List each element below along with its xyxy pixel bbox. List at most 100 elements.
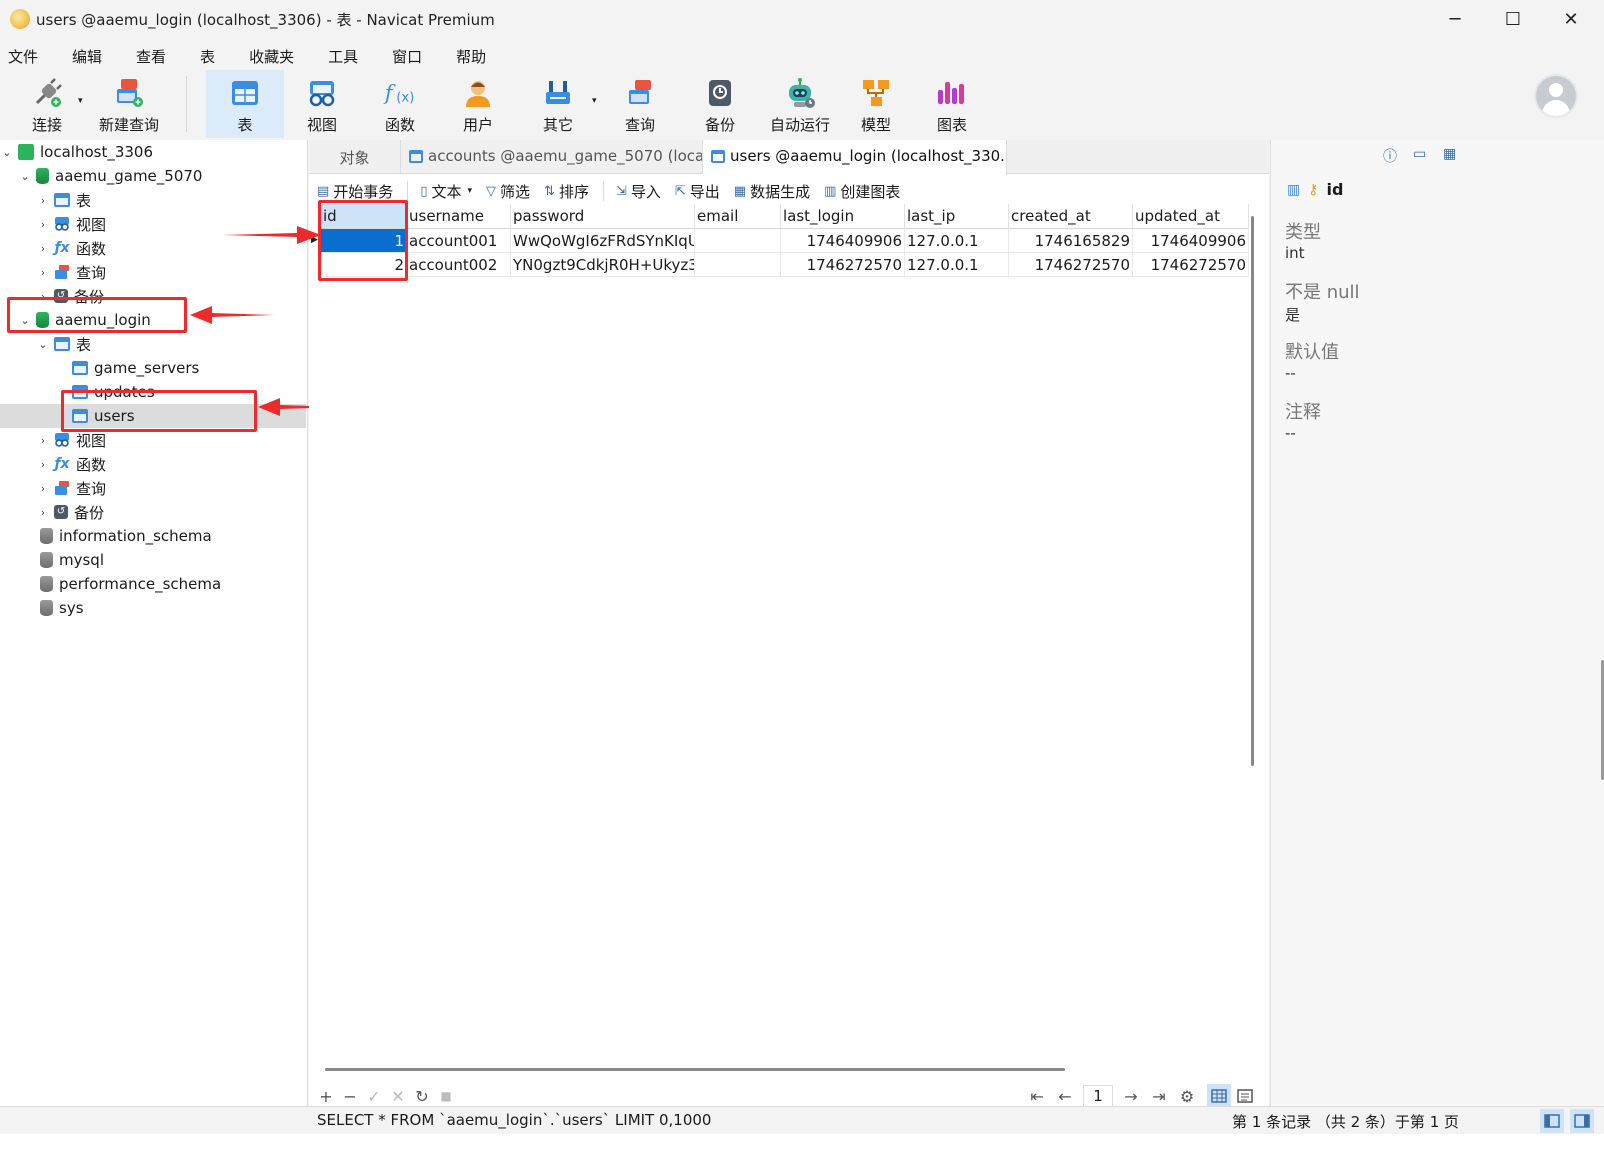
user-avatar[interactable] bbox=[1534, 74, 1578, 118]
toggle-nav-pane-icon[interactable] bbox=[1540, 1109, 1564, 1133]
cell-email[interactable] bbox=[695, 253, 781, 277]
import-button[interactable]: ⇲ 导入 bbox=[616, 181, 661, 202]
cell-password[interactable]: YN0gzt9CdkjR0H+Ukyz3U bbox=[511, 253, 695, 277]
chevron-right-icon[interactable]: › bbox=[36, 434, 50, 447]
create-chart-button[interactable]: ▥ 创建图表 bbox=[824, 181, 900, 202]
chevron-down-icon[interactable]: ⌄ bbox=[36, 338, 50, 351]
horizontal-scrollbar[interactable] bbox=[325, 1068, 1065, 1071]
stop-button[interactable]: ■ bbox=[439, 1089, 453, 1103]
cell-username[interactable]: account002 bbox=[407, 253, 511, 277]
refresh-button[interactable]: ↻ bbox=[415, 1087, 429, 1106]
menu-file[interactable]: 文件 bbox=[8, 40, 38, 70]
tree-connection[interactable]: ⌄ localhost_3306 bbox=[0, 140, 306, 164]
data-generation-button[interactable]: ▦ 数据生成 bbox=[734, 181, 810, 202]
chart-button[interactable]: 图表 bbox=[924, 70, 980, 138]
begin-transaction-button[interactable]: ▤ 开始事务 bbox=[317, 181, 393, 202]
column-header-last-ip[interactable]: last_ip bbox=[905, 204, 1009, 229]
other-button[interactable]: 其它 bbox=[530, 70, 586, 138]
cell-last-login[interactable]: 1746409906 bbox=[781, 229, 905, 253]
menu-tools[interactable]: 工具 bbox=[328, 40, 358, 70]
connect-button[interactable]: 连接 bbox=[22, 70, 72, 138]
cell-username[interactable]: account001 bbox=[407, 229, 511, 253]
tree-db-aaemu-game[interactable]: ⌄ aaemu_game_5070 bbox=[0, 164, 306, 188]
chevron-right-icon[interactable]: › bbox=[36, 506, 50, 519]
cell-created-at[interactable]: 1746165829 bbox=[1009, 229, 1133, 253]
cell-last-login[interactable]: 1746272570 bbox=[781, 253, 905, 277]
toggle-info-pane-icon[interactable] bbox=[1570, 1109, 1594, 1133]
field-layout-icon[interactable]: ▦ bbox=[1443, 146, 1456, 166]
cell-created-at[interactable]: 1746272570 bbox=[1009, 253, 1133, 277]
chevron-right-icon[interactable]: › bbox=[36, 194, 50, 207]
new-query-button[interactable]: 新建查询 bbox=[92, 70, 166, 138]
tree-item-functions[interactable]: › ƒx 函数 bbox=[0, 452, 306, 476]
text-button[interactable]: ▯ 文本 ▾ bbox=[420, 181, 472, 202]
cell-last-ip[interactable]: 127.0.0.1 bbox=[905, 229, 1009, 253]
column-header-last-login[interactable]: last_login bbox=[781, 204, 905, 229]
tree-item-queries[interactable]: › 查询 bbox=[0, 476, 306, 500]
delete-record-button[interactable]: − bbox=[343, 1087, 357, 1106]
cell-email[interactable] bbox=[695, 229, 781, 253]
tree-db-information-schema[interactable]: information_schema bbox=[0, 524, 306, 548]
function-button[interactable]: f (x) 函数 bbox=[372, 70, 428, 138]
tab-objects[interactable]: 对象 bbox=[309, 140, 401, 174]
cell-updated-at[interactable]: 1746272570 bbox=[1133, 253, 1249, 277]
tree-item-tables[interactable]: ⌄ 表 bbox=[0, 332, 306, 356]
cell-last-ip[interactable]: 127.0.0.1 bbox=[905, 253, 1009, 277]
first-page-button[interactable]: ⇤ bbox=[1027, 1087, 1047, 1106]
menu-help[interactable]: 帮助 bbox=[456, 40, 486, 70]
maximize-button[interactable]: ☐ bbox=[1484, 0, 1542, 38]
column-header-created-at[interactable]: created_at bbox=[1009, 204, 1133, 229]
minimize-button[interactable]: ─ bbox=[1426, 0, 1484, 38]
next-page-button[interactable]: → bbox=[1121, 1087, 1141, 1106]
tree-item-backups[interactable]: › ↺ 备份 bbox=[0, 500, 306, 524]
tree-table-game-servers[interactable]: game_servers bbox=[0, 356, 306, 380]
filter-button[interactable]: ▽ 筛选 bbox=[486, 181, 530, 202]
tree-db-sys[interactable]: sys bbox=[0, 596, 306, 620]
form-view-icon[interactable] bbox=[1233, 1084, 1257, 1108]
chevron-down-icon[interactable]: ⌄ bbox=[0, 146, 14, 159]
info-icon[interactable]: ⓘ bbox=[1383, 146, 1397, 166]
tree-db-performance-schema[interactable]: performance_schema bbox=[0, 572, 306, 596]
user-button[interactable]: 用户 bbox=[450, 70, 506, 138]
cell-password[interactable]: WwQoWgI6zFRdSYnKIqU bbox=[511, 229, 695, 253]
menu-favorites[interactable]: 收藏夹 bbox=[249, 40, 294, 70]
tree-db-mysql[interactable]: mysql bbox=[0, 548, 306, 572]
menu-table[interactable]: 表 bbox=[200, 40, 215, 70]
sort-button[interactable]: ⇅ 排序 bbox=[544, 181, 589, 202]
column-header-username[interactable]: username bbox=[407, 204, 511, 229]
settings-gear-icon[interactable]: ⚙ bbox=[1177, 1087, 1197, 1106]
tree-item-tables[interactable]: › 表 bbox=[0, 188, 306, 212]
grid-view-icon[interactable] bbox=[1207, 1084, 1231, 1108]
menu-window[interactable]: 窗口 bbox=[392, 40, 422, 70]
ddl-icon[interactable]: ▭ bbox=[1413, 146, 1426, 166]
menu-edit[interactable]: 编辑 bbox=[72, 40, 102, 70]
column-header-updated-at[interactable]: updated_at bbox=[1133, 204, 1249, 229]
backup-button[interactable]: 备份 bbox=[692, 70, 748, 138]
chevron-right-icon[interactable]: › bbox=[36, 242, 50, 255]
chevron-down-icon[interactable]: ⌄ bbox=[18, 170, 32, 183]
model-button[interactable]: 模型 bbox=[848, 70, 904, 138]
menu-view[interactable]: 查看 bbox=[136, 40, 166, 70]
discard-changes-button[interactable]: ✕ bbox=[391, 1087, 405, 1106]
prev-page-button[interactable]: ← bbox=[1055, 1087, 1075, 1106]
tree-item-queries[interactable]: › 查询 bbox=[0, 260, 306, 284]
column-header-password[interactable]: password bbox=[511, 204, 695, 229]
vertical-scrollbar[interactable] bbox=[1251, 216, 1254, 766]
automation-button[interactable]: 自动运行 bbox=[762, 70, 838, 138]
chevron-right-icon[interactable]: › bbox=[36, 482, 50, 495]
chevron-right-icon[interactable]: › bbox=[36, 458, 50, 471]
query-button[interactable]: 查询 bbox=[612, 70, 668, 138]
add-record-button[interactable]: + bbox=[319, 1087, 333, 1106]
column-header-email[interactable]: email bbox=[695, 204, 781, 229]
chevron-right-icon[interactable]: › bbox=[36, 266, 50, 279]
chevron-right-icon[interactable]: › bbox=[36, 218, 50, 231]
last-page-button[interactable]: ⇥ bbox=[1149, 1087, 1169, 1106]
table-button[interactable]: 表 bbox=[206, 70, 284, 138]
tab-users[interactable]: users @aaemu_login (localhost_330... bbox=[703, 140, 1007, 175]
apply-changes-button[interactable]: ✓ bbox=[367, 1087, 381, 1106]
tab-accounts[interactable]: accounts @aaemu_game_5070 (local... bbox=[401, 140, 703, 174]
close-button[interactable]: ✕ bbox=[1542, 0, 1600, 38]
page-number-input[interactable]: 1 bbox=[1083, 1085, 1113, 1107]
view-button[interactable]: 视图 bbox=[296, 70, 348, 138]
export-button[interactable]: ⇱ 导出 bbox=[675, 181, 720, 202]
